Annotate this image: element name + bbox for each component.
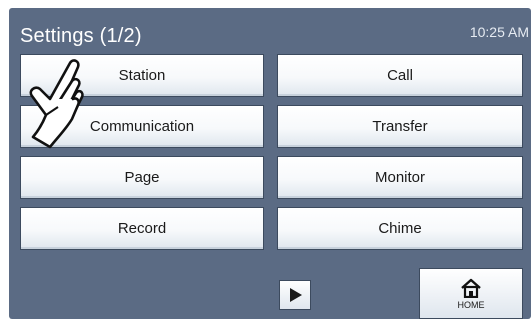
communication-button[interactable]: Communication	[20, 105, 264, 148]
page-title: Settings (1/2)	[20, 25, 142, 47]
next-page-button[interactable]	[279, 280, 311, 310]
home-button[interactable]: HOME	[419, 268, 523, 319]
home-label: HOME	[457, 299, 485, 310]
chime-button[interactable]: Chime	[277, 207, 523, 250]
station-button[interactable]: Station	[20, 54, 264, 97]
settings-screen: Settings (1/2) 10:25 AM Station Communic…	[9, 8, 531, 319]
play-triangle-icon	[290, 288, 302, 302]
home-icon	[461, 278, 481, 298]
record-button[interactable]: Record	[20, 207, 264, 250]
monitor-button[interactable]: Monitor	[277, 156, 523, 199]
call-button[interactable]: Call	[277, 54, 523, 97]
clock-time: 10:25 AM	[469, 24, 529, 40]
page-button[interactable]: Page	[20, 156, 264, 199]
transfer-button[interactable]: Transfer	[277, 105, 523, 148]
